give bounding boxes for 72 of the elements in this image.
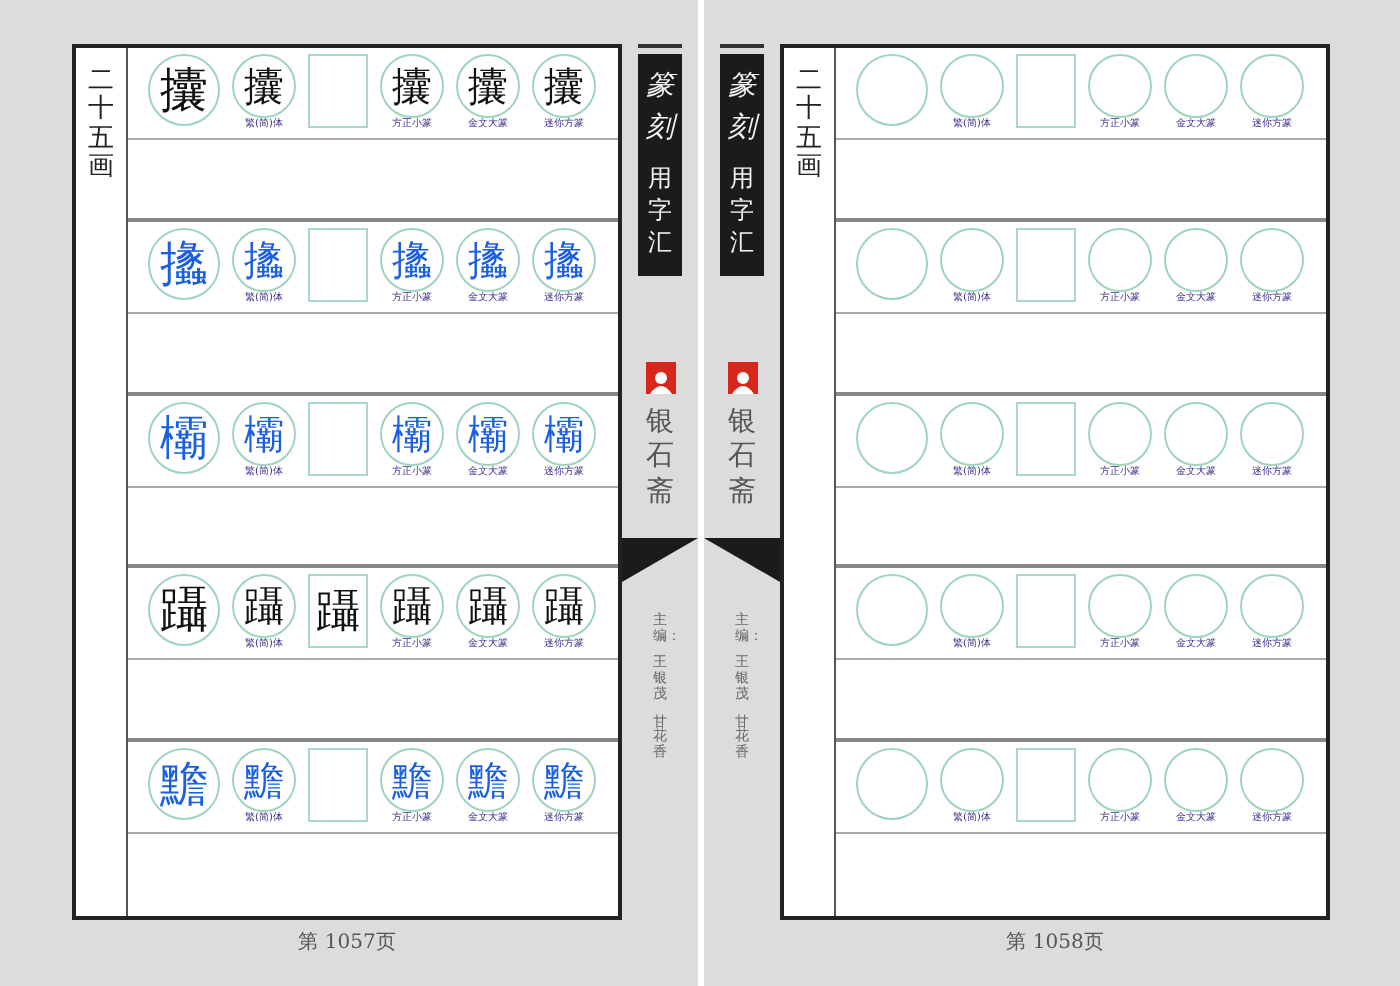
character-circle: 黵 xyxy=(380,748,444,813)
character-circle: 躡 xyxy=(532,574,596,639)
character-circle xyxy=(1240,748,1304,813)
character-frame xyxy=(308,748,368,823)
character-circle: 躡 xyxy=(232,574,296,639)
character-circle: 躡 xyxy=(456,574,520,639)
page-number: 第 1058页 xyxy=(1006,930,1104,956)
character-circle: 躡 xyxy=(148,574,220,647)
character-circle: 欛 xyxy=(380,401,444,466)
character-circle: 欛 xyxy=(532,401,596,466)
character-frame xyxy=(1016,401,1076,476)
character-circle xyxy=(856,401,928,474)
character-circle: 黵 xyxy=(456,748,520,813)
stroke-count-label: 二十五画 xyxy=(88,68,114,186)
character-circle xyxy=(1164,54,1228,118)
stroke-count-label: 二十五画 xyxy=(796,68,822,186)
character-circle xyxy=(1164,227,1228,292)
character-circle: 黵 xyxy=(232,748,296,813)
character-frame xyxy=(1016,574,1076,649)
character-frame xyxy=(308,227,368,302)
character-circle: 攭 xyxy=(380,227,444,292)
character-circle xyxy=(1088,574,1152,639)
character-circle xyxy=(1088,401,1152,466)
character-circle: 黵 xyxy=(148,748,220,821)
character-circle: 攭 xyxy=(148,227,220,300)
character-frame xyxy=(1016,227,1076,302)
character-circle xyxy=(1164,401,1228,466)
character-frame xyxy=(308,54,368,128)
character-circle xyxy=(940,748,1004,813)
page-number: 第 1057页 xyxy=(298,930,396,956)
publisher-name: 银石斋 xyxy=(728,405,756,511)
character-frame: 躡 xyxy=(308,574,368,649)
character-circle: 躡 xyxy=(380,574,444,639)
portrait-seal-icon xyxy=(727,361,757,394)
character-circle xyxy=(1088,227,1152,292)
character-circle xyxy=(1240,401,1304,466)
character-circle: 攮 xyxy=(148,54,220,126)
character-circle xyxy=(940,54,1004,118)
character-frame xyxy=(1016,748,1076,823)
character-circle xyxy=(856,227,928,300)
spine-title: 用字汇 xyxy=(648,162,672,260)
character-frame xyxy=(308,401,368,476)
spine-title-script: 篆刻 xyxy=(728,68,756,148)
character-circle xyxy=(940,401,1004,466)
character-circle xyxy=(1164,748,1228,813)
portrait-seal-icon xyxy=(645,361,675,394)
publisher-name: 银石斋 xyxy=(646,405,674,511)
character-circle xyxy=(1164,574,1228,639)
character-circle: 欛 xyxy=(456,401,520,466)
character-circle: 攭 xyxy=(232,227,296,292)
character-circle xyxy=(856,54,928,126)
spine-title-script: 篆刻 xyxy=(646,68,674,148)
character-circle xyxy=(1088,54,1152,118)
character-circle xyxy=(940,574,1004,639)
character-circle xyxy=(856,748,928,821)
character-circle: 欛 xyxy=(148,401,220,474)
character-circle: 攮 xyxy=(232,54,296,118)
character-frame xyxy=(1016,54,1076,128)
character-circle: 攮 xyxy=(380,54,444,118)
character-circle: 攮 xyxy=(456,54,520,118)
character-circle xyxy=(1240,574,1304,639)
character-circle xyxy=(1240,54,1304,118)
character-circle xyxy=(856,574,928,647)
spine-title: 用字汇 xyxy=(730,162,754,260)
character-circle: 攭 xyxy=(532,227,596,292)
character-circle xyxy=(1240,227,1304,292)
character-circle: 欛 xyxy=(232,401,296,466)
character-circle: 黵 xyxy=(532,748,596,813)
character-circle xyxy=(1088,748,1152,813)
character-circle: 攭 xyxy=(456,227,520,292)
character-circle: 攮 xyxy=(532,54,596,118)
character-circle xyxy=(940,227,1004,292)
